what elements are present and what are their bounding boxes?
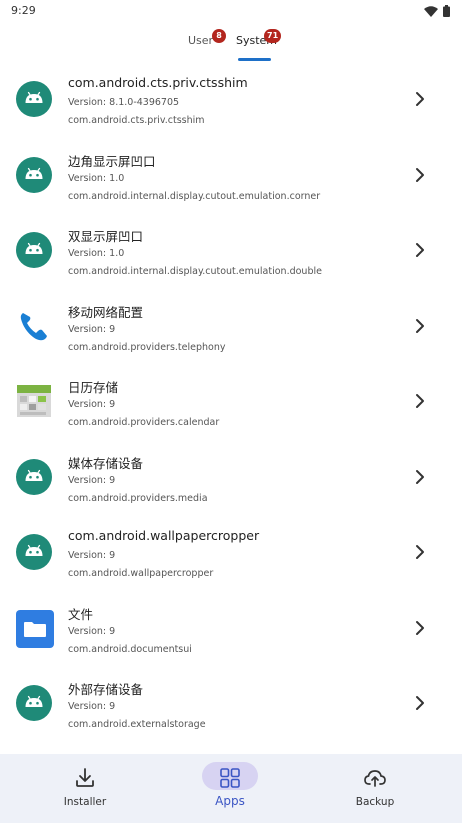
- user-count-badge: 8: [212, 29, 226, 43]
- app-version: Version: 9: [68, 701, 116, 712]
- app-list-item[interactable]: 文件 Version: 9 com.android.documentsui: [0, 596, 462, 672]
- app-package-name: com.android.internal.display.cutout.emul…: [68, 266, 322, 277]
- app-list: com.android.cts.priv.ctsshim Version: 8.1…: [0, 67, 462, 747]
- app-package-name: com.android.wallpapercropper: [68, 568, 214, 579]
- apps-grid-icon: [220, 768, 240, 788]
- app-version: Version: 9: [68, 474, 116, 486]
- bottom-navigation: Installer Apps Backup: [0, 754, 462, 823]
- app-list-item[interactable]: com.android.cts.priv.ctsshim Version: 8.1…: [0, 67, 462, 143]
- app-name: 日历存储: [68, 380, 119, 395]
- chevron-right-icon[interactable]: [410, 693, 430, 713]
- android-icon: [16, 458, 52, 495]
- android-icon: [16, 232, 52, 268]
- app-version: Version: 9: [68, 625, 116, 637]
- app-package-name: com.android.documentsui: [68, 643, 192, 655]
- app-version: Version: 9: [68, 399, 116, 410]
- app-package-name: com.android.cts.priv.ctsshim: [68, 115, 205, 126]
- app-list-item[interactable]: 边角显示屏凹口 Version: 1.0 com.android.internal.…: [0, 143, 462, 219]
- app-version: Version: 1.0: [68, 172, 125, 184]
- app-version: Version: 1.0: [68, 248, 125, 259]
- calendar-storage-icon: [16, 383, 52, 419]
- app-package-name: com.android.providers.telephony: [68, 341, 226, 353]
- app-list-item[interactable]: 双显示屏凹口 Version: 1.0 com.android.internal.d…: [0, 218, 462, 294]
- wifi-icon: [424, 5, 438, 17]
- status-time: 9:29: [11, 4, 36, 17]
- android-icon: [16, 534, 52, 570]
- chevron-right-icon[interactable]: [410, 391, 430, 411]
- chevron-right-icon[interactable]: [410, 240, 430, 260]
- chevron-right-icon[interactable]: [410, 467, 430, 487]
- app-name: 双显示屏凹口: [68, 229, 144, 244]
- app-list-item[interactable]: 外部存储设备 Version: 9 com.android.externalstor…: [0, 671, 462, 747]
- android-icon: [16, 685, 52, 721]
- download-icon: [76, 768, 94, 787]
- chevron-right-icon[interactable]: [410, 618, 430, 638]
- app-package-name: com.android.externalstorage: [68, 719, 206, 730]
- folder-icon: [16, 609, 54, 648]
- status-icons: [424, 5, 450, 17]
- chevron-right-icon[interactable]: [410, 316, 430, 336]
- app-version: Version: 9: [68, 323, 116, 335]
- tab-user[interactable]: User: [188, 34, 213, 47]
- app-list-item[interactable]: 移动网络配置 Version: 9 com.android.providers.te…: [0, 294, 462, 370]
- tab-indicator: [238, 58, 271, 61]
- battery-icon: [443, 5, 450, 17]
- android-icon: [16, 81, 52, 117]
- nav-backup[interactable]: Backup: [325, 754, 425, 823]
- app-list-item[interactable]: com.android.wallpapercropper Version: 9 co…: [0, 520, 462, 596]
- nav-installer[interactable]: Installer: [35, 754, 135, 823]
- app-name: com.android.wallpapercropper: [68, 528, 260, 543]
- nav-backup-label: Backup: [355, 796, 395, 808]
- chevron-right-icon[interactable]: [410, 165, 430, 185]
- system-count-badge: 71: [264, 29, 282, 43]
- app-package-name: com.android.providers.media: [68, 492, 208, 504]
- tab-bar: User 8 System 71: [0, 28, 462, 64]
- status-bar: 9:29: [0, 0, 462, 22]
- app-list-item[interactable]: 媒体存储设备 Version: 9 com.android.providers.me…: [0, 445, 462, 521]
- phone-icon: [16, 308, 52, 344]
- app-list-item[interactable]: 日历存储 Version: 9 com.android.providers.cale…: [0, 369, 462, 445]
- nav-apps-label: Apps: [215, 794, 245, 808]
- app-name: 移动网络配置: [68, 304, 144, 320]
- nav-apps[interactable]: Apps: [180, 754, 280, 823]
- cloud-upload-icon: [364, 770, 386, 787]
- chevron-right-icon[interactable]: [410, 89, 430, 109]
- app-version: Version: 8.1.0-4396705: [68, 97, 180, 108]
- app-package-name: com.android.internal.display.cutout.emul…: [68, 190, 321, 202]
- app-name: 边角显示屏凹口: [68, 153, 156, 169]
- app-name: com.android.cts.priv.ctsshim: [68, 75, 248, 90]
- app-name: 媒体存储设备: [68, 455, 144, 471]
- app-version: Version: 9: [68, 550, 116, 561]
- chevron-right-icon[interactable]: [410, 542, 430, 562]
- app-name: 外部存储设备: [68, 682, 144, 697]
- app-name: 文件: [68, 606, 94, 622]
- app-package-name: com.android.providers.calendar: [68, 417, 220, 428]
- android-icon: [16, 156, 52, 193]
- nav-installer-label: Installer: [63, 796, 107, 808]
